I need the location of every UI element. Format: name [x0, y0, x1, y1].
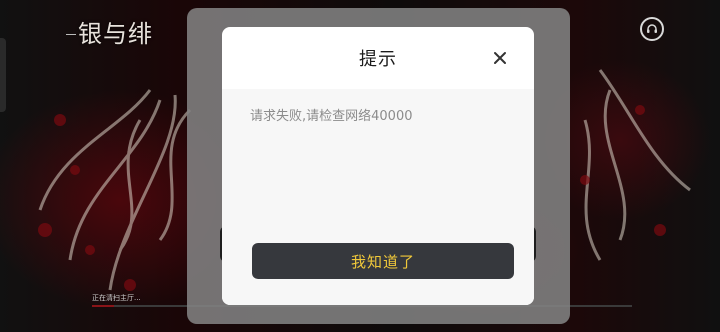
loading-status-text: 正在清扫主厅... — [92, 294, 141, 302]
dialog-body: 请求失败,请检查网络40000 我知道了 — [222, 89, 534, 305]
logo-underline — [66, 34, 76, 35]
confirm-button[interactable]: 我知道了 — [252, 243, 514, 279]
dialog-header: 提示 — [222, 27, 534, 89]
loading-progress-fill — [92, 305, 114, 307]
headset-icon — [647, 24, 657, 33]
close-icon[interactable] — [492, 50, 508, 66]
dialog-message: 请求失败,请检查网络40000 — [250, 109, 413, 124]
game-loading-screen: 银与绯 正在清扫主厅... 提示 请求失败,请检查网络40000 我知道了 — [0, 0, 720, 332]
alert-dialog: 提示 请求失败,请检查网络40000 我知道了 — [222, 27, 534, 305]
support-icon[interactable] — [640, 17, 664, 41]
side-handle[interactable] — [0, 38, 6, 112]
dialog-title: 提示 — [359, 49, 397, 70]
game-logo: 银与绯 — [78, 20, 153, 48]
